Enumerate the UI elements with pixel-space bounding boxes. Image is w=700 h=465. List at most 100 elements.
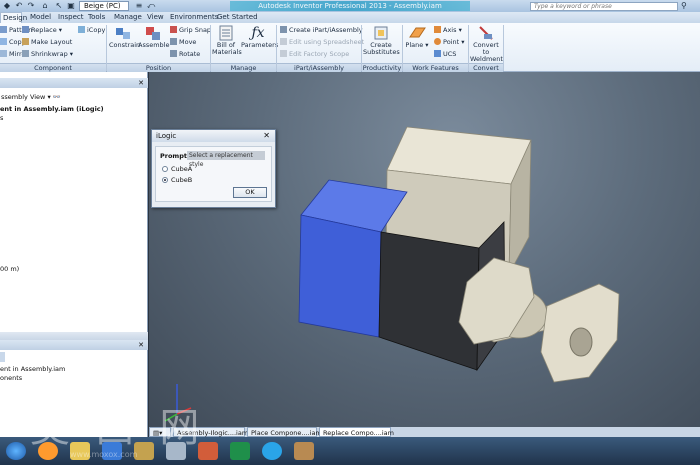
ilogic-dialog: iLogic ✕ Prompt Select a replacement sty…: [151, 129, 276, 208]
ok-button[interactable]: OK: [233, 187, 267, 198]
tab-tools[interactable]: Tools: [88, 12, 105, 23]
axis-label: Axis: [443, 26, 457, 34]
ucs-button[interactable]: UCS: [434, 50, 456, 58]
undo-icon[interactable]: ↶: [14, 1, 24, 11]
edit-factory-scope-button[interactable]: Edit Factory Scope: [280, 50, 349, 58]
browser-root-node[interactable]: ent in Assembly.iam (iLogic): [0, 105, 104, 113]
title-bar: ◆ ↶ ↷ ⌂ ↖ ▣ Beige (PC) ≡ ⤺ Autodesk Inve…: [0, 0, 700, 12]
graphics-viewport[interactable]: [149, 72, 700, 427]
spreadsheet-icon: [280, 38, 287, 45]
icopy-label: iCopy: [87, 26, 106, 34]
ilogic-tree-node[interactable]: onents: [0, 374, 22, 382]
edit-spreadsheet-button[interactable]: Edit using Spreadsheet: [280, 38, 364, 46]
tab-manage[interactable]: Manage: [114, 12, 142, 23]
convert-to-weldment-button[interactable]: Convert to Weldment: [470, 25, 503, 63]
separator: [503, 25, 504, 71]
dialog-body: Prompt Select a replacement style CubeA …: [155, 146, 272, 202]
app-icon[interactable]: [294, 442, 314, 460]
doc-tab-active[interactable]: Replace Compo....iam: [319, 427, 394, 437]
radio-icon[interactable]: [162, 166, 168, 172]
browser-close-icon[interactable]: ✕: [138, 78, 144, 88]
browser-node[interactable]: 00 m): [0, 265, 19, 273]
app-menu-icon[interactable]: ◆: [2, 1, 12, 11]
ribbon-tabs: Design Model Inspect Tools Manage View E…: [0, 12, 700, 23]
select-icon[interactable]: ↖: [54, 1, 64, 11]
point-button[interactable]: Point ▾: [434, 38, 464, 46]
tab-model[interactable]: Model: [30, 12, 51, 23]
option-label: CubeA: [171, 165, 193, 173]
palette-icon[interactable]: ▣: [66, 1, 76, 11]
create-ipart-button[interactable]: Create iPart/iAssembly: [280, 26, 363, 34]
axis-button[interactable]: Axis ▾: [434, 26, 462, 34]
ucs-icon: [434, 50, 441, 57]
flange-hole: [569, 327, 593, 357]
assemble-button[interactable]: Assemble: [138, 25, 169, 49]
radio-selected-icon[interactable]: [162, 177, 168, 183]
move-label: Move: [179, 38, 197, 46]
rotate-button[interactable]: Rotate: [170, 50, 200, 58]
tab-view[interactable]: View: [147, 12, 164, 23]
browser-view-label[interactable]: ssembly View: [1, 93, 45, 101]
browser-node[interactable]: s: [0, 114, 3, 122]
start-button-icon[interactable]: [6, 442, 26, 460]
return-icon[interactable]: ⤺: [146, 1, 156, 11]
panel-tab[interactable]: [0, 352, 5, 362]
make-layout-label: Make Layout: [31, 38, 73, 46]
panel-close-icon[interactable]: ✕: [138, 340, 144, 350]
search-icon[interactable]: ⚲: [681, 1, 690, 11]
close-icon[interactable]: ✕: [263, 130, 270, 142]
make-layout-button[interactable]: Make Layout: [22, 38, 72, 46]
move-button[interactable]: Move: [170, 38, 196, 46]
position-panel-label: Position: [107, 63, 210, 72]
substitutes-icon: [372, 25, 390, 41]
copy-icon: [0, 38, 7, 45]
tab-design[interactable]: Design: [0, 12, 27, 23]
parameters-button[interactable]: ƒx Parameters: [241, 25, 279, 49]
browser-toolbar[interactable]: ssembly View ▾ 👓: [0, 92, 148, 102]
constrain-button[interactable]: Constrain: [109, 25, 140, 49]
properties-icon[interactable]: ≡: [134, 1, 144, 11]
visual-style-combo[interactable]: Beige (PC): [79, 1, 129, 11]
edit-spreadsheet-label: Edit using Spreadsheet: [289, 38, 365, 46]
point-icon: [434, 38, 441, 45]
shrinkwrap-label: Shrinkwrap: [31, 50, 68, 58]
skype-icon[interactable]: [262, 442, 282, 460]
move-icon: [170, 38, 177, 45]
plane-button[interactable]: Plane ▾: [404, 25, 430, 49]
tab-environments[interactable]: Environments: [170, 12, 218, 23]
create-substitutes-label: Create Substitutes: [363, 41, 400, 56]
weldment-icon: [477, 25, 495, 41]
replace-button[interactable]: Replace ▾: [22, 26, 62, 34]
grip-snap-button[interactable]: Grip Snap: [170, 26, 211, 34]
ilogic-tree-node[interactable]: ent in Assembly.iam: [0, 365, 65, 373]
option-cubeb[interactable]: CubeB: [162, 176, 192, 184]
doc-tab[interactable]: Place Compone....iam: [247, 427, 322, 437]
shrinkwrap-button[interactable]: Shrinkwrap ▾: [22, 50, 73, 58]
option-cubea[interactable]: CubeA: [162, 165, 192, 173]
component-panel-label: Component: [0, 63, 106, 72]
convert-to-weldment-label: Convert to Weldment: [470, 41, 503, 63]
binoculars-icon[interactable]: 👓: [53, 93, 61, 101]
ipart-panel-label: iPart/iAssembly: [277, 63, 361, 72]
home-icon[interactable]: ⌂: [40, 1, 50, 11]
redo-icon[interactable]: ↷: [26, 1, 36, 11]
excel-icon[interactable]: [230, 442, 250, 460]
constrain-icon: [114, 25, 132, 41]
manage-panel-label: Manage: [211, 63, 276, 72]
window-title: Autodesk Inventor Professional 2013 - As…: [230, 1, 470, 11]
parameters-label: Parameters: [241, 41, 279, 49]
create-substitutes-button[interactable]: Create Substitutes: [363, 25, 400, 56]
bill-of-materials-button[interactable]: Bill of Materials: [212, 25, 242, 56]
grip-snap-icon: [170, 26, 177, 33]
tab-get-started[interactable]: Get Started: [217, 12, 258, 23]
tab-inspect[interactable]: Inspect: [58, 12, 84, 23]
browser-scrollbar[interactable]: [0, 332, 148, 340]
ipart-icon: [280, 26, 287, 33]
icopy-button[interactable]: iCopy: [78, 26, 105, 34]
document-tabs: ▤▾ Assembly-Ilogic....iam Place Compone.…: [149, 427, 700, 437]
assemble-icon: [144, 25, 162, 41]
edit-factory-scope-label: Edit Factory Scope: [289, 50, 350, 58]
option-label: CubeB: [171, 176, 193, 184]
search-input[interactable]: Type a keyword or phrase: [530, 2, 678, 11]
point-label: Point: [443, 38, 460, 46]
